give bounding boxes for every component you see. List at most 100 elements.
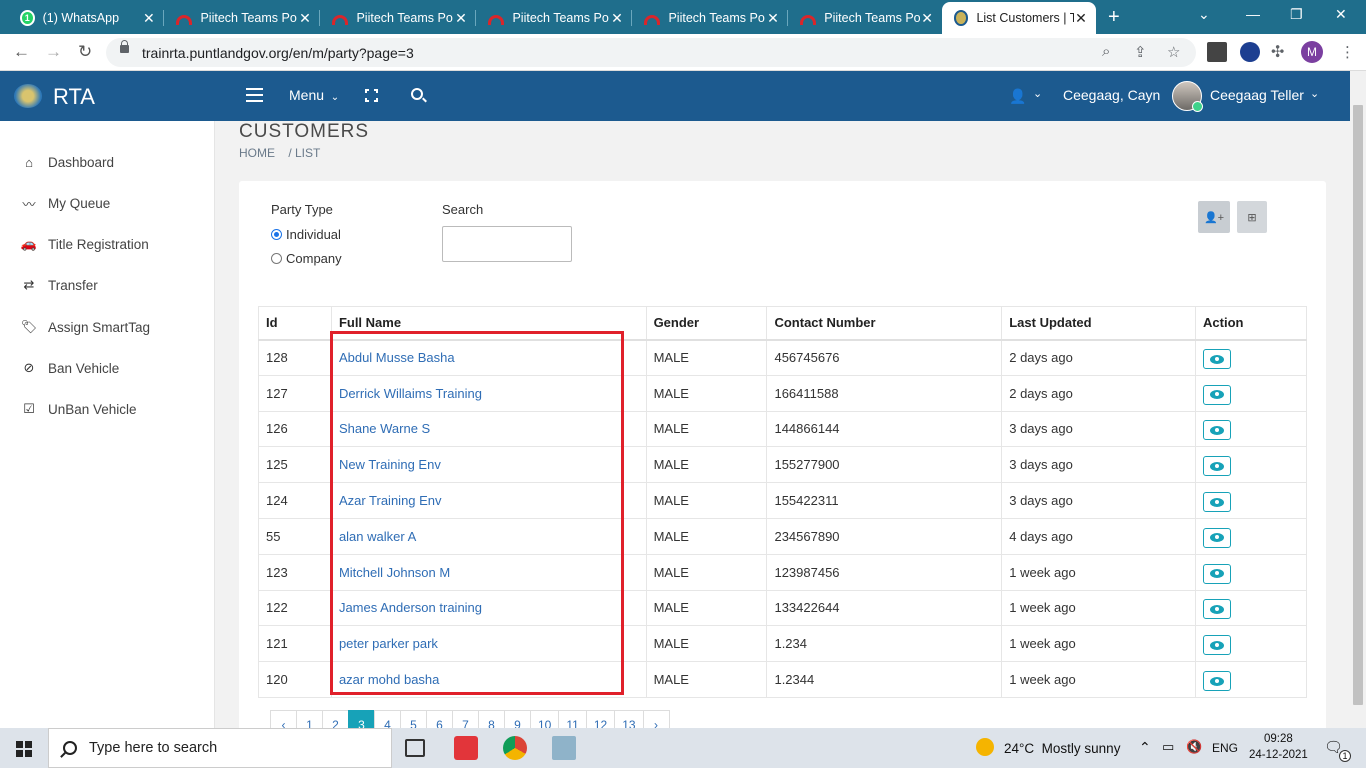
view-button[interactable] [1203, 527, 1232, 548]
close-icon[interactable]: ✕ [610, 10, 624, 27]
view-button[interactable] [1203, 420, 1232, 441]
url-text[interactable]: trainrta.puntlandgov.org/en/m/party?page… [142, 45, 414, 61]
close-icon[interactable]: ✕ [920, 10, 934, 27]
windows-start-icon[interactable] [16, 741, 32, 757]
share-icon[interactable]: ⇪ [1134, 43, 1147, 61]
sidebar-item-unban-vehicle[interactable]: ☑ UnBan Vehicle [0, 395, 214, 423]
user-avatar[interactable] [1172, 81, 1203, 112]
chrome-icon[interactable] [503, 736, 527, 760]
customer-name-link[interactable]: peter parker park [330, 625, 647, 663]
new-tab-icon[interactable]: + [1108, 6, 1120, 29]
add-customer-button[interactable]: 👤+ [1198, 201, 1230, 233]
omnibox[interactable]: trainrta.puntlandgov.org/en/m/party?page… [106, 38, 1196, 67]
customer-name-link[interactable]: James Anderson training [330, 589, 647, 627]
radio-individual[interactable]: Individual [271, 227, 341, 242]
close-icon[interactable]: ✕ [766, 10, 780, 27]
battery-icon[interactable]: ▭ [1162, 739, 1174, 755]
tab-title: Piitech Teams Po [668, 11, 765, 25]
clock-time[interactable]: 09:28 [1264, 733, 1293, 745]
close-icon[interactable]: ✕ [142, 10, 156, 27]
customer-name-link[interactable]: Mitchell Johnson M [330, 553, 647, 591]
sidebar-item-my-queue[interactable]: 〰 My Queue [0, 189, 214, 217]
reload-icon[interactable]: ↻ [78, 42, 92, 62]
clock-date[interactable]: 24-12-2021 [1249, 749, 1308, 761]
column-header-gender[interactable]: Gender [645, 306, 768, 341]
view-button[interactable] [1203, 671, 1232, 692]
view-button[interactable] [1203, 456, 1232, 477]
customer-name-link[interactable]: Azar Training Env [330, 482, 647, 519]
browser-tab-teams-5[interactable]: Piitech Teams Po ✕ [788, 2, 942, 34]
radio-selected-indicator[interactable] [271, 229, 282, 240]
column-header-full-name[interactable]: Full Name [330, 306, 647, 341]
close-icon[interactable]: ✕ [454, 10, 468, 27]
volume-mute-icon[interactable]: 🔇 [1186, 739, 1202, 755]
chevron-down-icon[interactable]: ⌄ [1033, 87, 1042, 100]
search-input[interactable] [442, 226, 572, 262]
radio-indicator[interactable] [271, 253, 282, 264]
sidebar-item-ban-vehicle[interactable]: ⊘ Ban Vehicle [0, 354, 214, 382]
customer-name-link[interactable]: Shane Warne S [330, 410, 647, 448]
tray-chevron-icon[interactable]: ⌃ [1139, 739, 1151, 756]
weather-text[interactable]: 24°C Mostly sunny [1004, 741, 1120, 756]
sidebar-item-dashboard[interactable]: ⌂ Dashboard [0, 148, 214, 176]
bolt-extension-icon[interactable] [1240, 42, 1260, 62]
column-header-last-updated[interactable]: Last Updated [1001, 306, 1197, 341]
forward-icon[interactable]: → [45, 42, 62, 62]
close-icon[interactable]: ✕ [298, 10, 312, 27]
chevron-down-icon[interactable]: ⌄ [1310, 87, 1319, 100]
browser-tab-teams-1[interactable]: Piitech Teams Po ✕ [164, 2, 320, 34]
view-button[interactable] [1203, 635, 1232, 656]
view-button[interactable] [1203, 599, 1232, 620]
menu-dropdown[interactable]: Menu ⌄ [289, 87, 339, 103]
sidebar-item-assign-smarttag[interactable]: 🏷 Assign SmartTag [0, 313, 214, 341]
brand-name[interactable]: RTA [53, 84, 95, 110]
view-button[interactable] [1203, 492, 1232, 513]
selenium-extension-icon[interactable] [1207, 42, 1227, 62]
view-button[interactable] [1203, 349, 1232, 370]
user-role[interactable]: Ceegaag Teller [1210, 87, 1304, 103]
column-header-id[interactable]: Id [258, 306, 332, 341]
user-icon[interactable]: 👤 [1009, 88, 1026, 105]
task-view-icon[interactable] [405, 739, 425, 757]
customer-name-link[interactable]: Derrick Willaims Training [330, 374, 647, 412]
bookmark-star-icon[interactable]: ☆ [1167, 43, 1180, 61]
column-header-contact-number[interactable]: Contact Number [766, 306, 1003, 341]
extensions-puzzle-icon[interactable]: ✣ [1271, 42, 1291, 62]
browser-tab-list-customers[interactable]: List Customers | T ✕ [942, 2, 1096, 34]
customer-name-link[interactable]: New Training Env [330, 446, 647, 484]
sidebar-item-title-registration[interactable]: 🚗 Title Registration [0, 230, 214, 258]
search-icon[interactable] [411, 88, 423, 100]
customer-name-link[interactable]: Abdul Musse Basha [330, 339, 647, 376]
profile-avatar[interactable]: M [1301, 41, 1323, 63]
exchange-icon: ⇄ [23, 277, 35, 292]
table-row: 120 azar mohd basha MALE 1.2344 1 week a… [258, 661, 1307, 698]
scrollbar-thumb[interactable] [1353, 105, 1363, 705]
minimize-icon[interactable]: — [1246, 6, 1260, 22]
view-button[interactable] [1203, 384, 1232, 405]
customer-name-link[interactable]: alan walker A [330, 517, 647, 555]
browser-tab-whatsapp[interactable]: 1 (1) WhatsApp ✕ [8, 2, 164, 34]
browser-tab-teams-3[interactable]: Piitech Teams Po ✕ [476, 2, 632, 34]
tab-search-chevron-icon[interactable]: ⌄ [1198, 6, 1210, 23]
hamburger-icon[interactable] [246, 88, 263, 106]
taskbar-search-box[interactable]: Type here to search [48, 728, 392, 768]
window-close-icon[interactable]: ✕ [1335, 6, 1347, 23]
sidebar-item-transfer[interactable]: ⇄ Transfer [0, 271, 214, 299]
language-indicator[interactable]: ENG [1212, 741, 1238, 755]
back-icon[interactable]: ← [13, 42, 30, 62]
browser-menu-icon[interactable]: ⋮ [1340, 43, 1355, 61]
close-icon[interactable]: ✕ [1074, 10, 1088, 27]
fullscreen-icon[interactable] [365, 89, 378, 102]
weather-sun-icon[interactable] [976, 738, 994, 756]
breadcrumb-home[interactable]: HOME [239, 146, 275, 160]
browser-tab-teams-2[interactable]: Piitech Teams Po ✕ [320, 2, 476, 34]
grid-view-button[interactable]: ⊞ [1237, 201, 1267, 233]
anydesk-icon[interactable] [454, 736, 478, 760]
customer-name-link[interactable]: azar mohd basha [330, 661, 647, 698]
restore-icon[interactable]: ❐ [1290, 6, 1303, 23]
zoom-icon[interactable]: ⌕ [1102, 43, 1110, 60]
notepad-icon[interactable] [552, 736, 576, 760]
browser-tab-teams-4[interactable]: Piitech Teams Po ✕ [632, 2, 788, 34]
radio-company[interactable]: Company [271, 251, 342, 266]
view-button[interactable] [1203, 563, 1232, 584]
